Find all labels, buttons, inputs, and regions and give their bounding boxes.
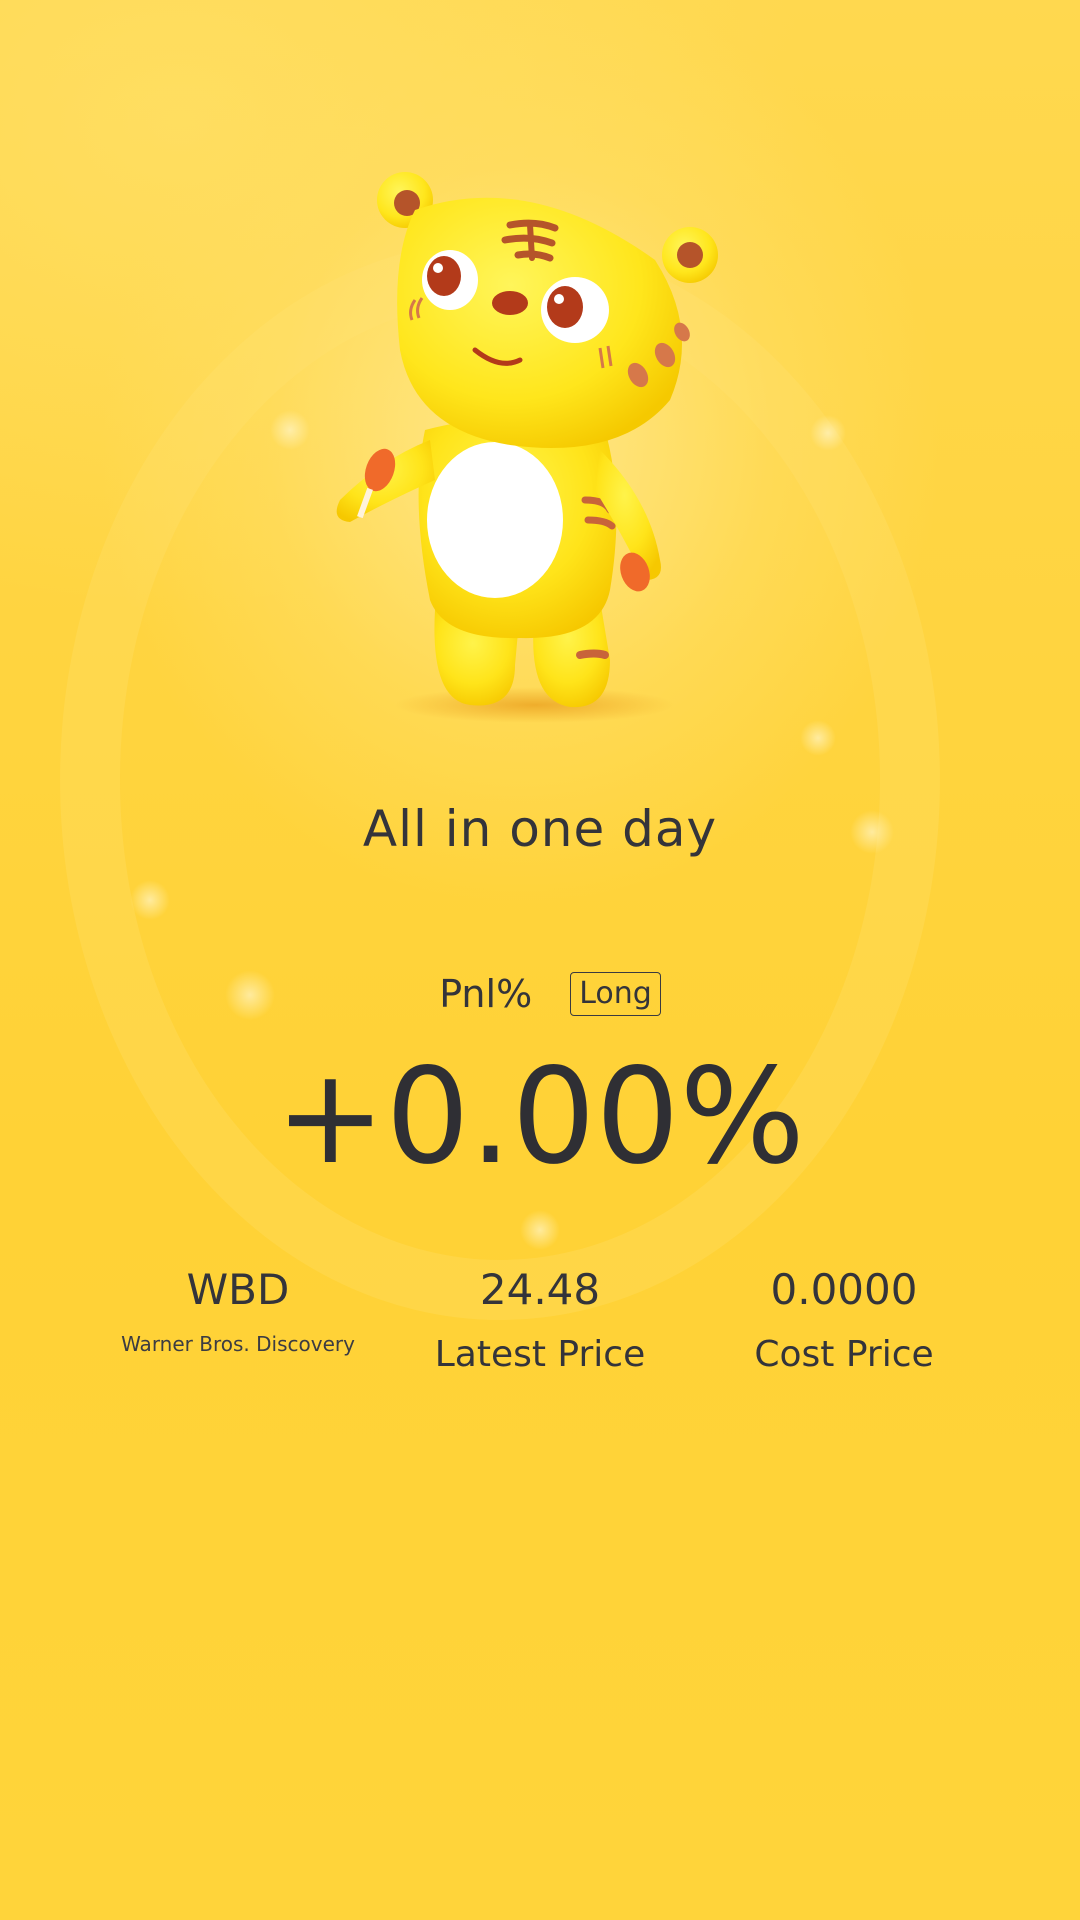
latest-price-value: 24.48 (479, 1265, 601, 1314)
pnl-header: Pnl% Long (0, 972, 1080, 1016)
stock-ticker: WBD (186, 1265, 290, 1314)
stats-row: WBD Warner Bros. Discovery 24.48 Latest … (0, 1262, 1080, 1402)
bokeh-dot (810, 415, 846, 451)
latest-price-label: Latest Price (434, 1334, 646, 1375)
direction-badge: Long (570, 972, 661, 1016)
pnl-label: Pnl% (439, 972, 533, 1016)
stock-name: Warner Bros. Discovery (121, 1332, 355, 1356)
share-card: All in one day Pnl% Long +0.00% WBD Warn… (0, 0, 1080, 1920)
bokeh-dot (130, 880, 170, 920)
pnl-value: +0.00% (275, 1040, 805, 1194)
cost-price-info: 0.0000 Cost Price (694, 1262, 994, 1375)
bokeh-dot (270, 410, 310, 450)
cost-price-value: 0.0000 (770, 1265, 918, 1314)
bokeh-dot (800, 720, 836, 756)
cost-price-label: Cost Price (754, 1334, 934, 1375)
bokeh-dot (520, 1210, 560, 1250)
tiger-mascot-icon (320, 170, 740, 730)
latest-price-info: 24.48 Latest Price (390, 1262, 690, 1375)
page-title: All in one day (362, 800, 718, 858)
stock-info: WBD Warner Bros. Discovery (88, 1262, 388, 1356)
